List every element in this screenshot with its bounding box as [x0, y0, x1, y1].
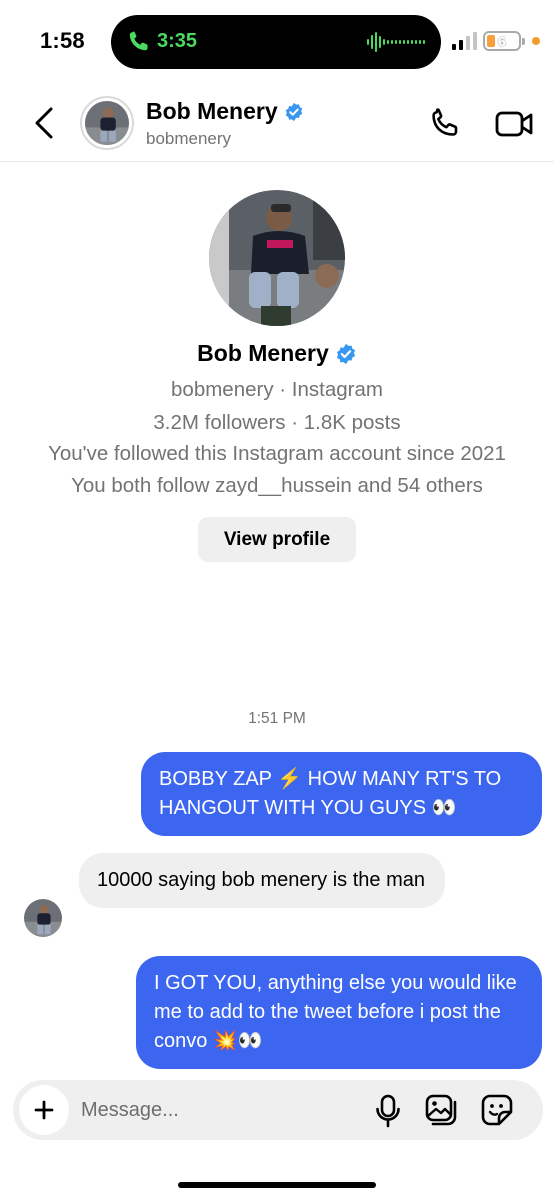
microphone-icon[interactable] — [375, 1094, 401, 1128]
message-bubble-incoming[interactable]: 10000 saying bob menery is the man — [79, 853, 445, 908]
add-attachment-button[interactable] — [19, 1085, 69, 1135]
chat-header: Bob Menery bobmenery — [0, 84, 554, 162]
sender-avatar[interactable] — [24, 899, 62, 937]
message-bubble-outgoing[interactable]: I GOT YOU, anything else you would like … — [136, 956, 542, 1069]
dynamic-island-call[interactable]: 3:35 — [111, 15, 441, 69]
cellular-signal-icon — [452, 32, 477, 50]
audio-call-button[interactable] — [428, 106, 464, 142]
message-timestamp: 1:51 PM — [248, 710, 306, 727]
plus-icon — [34, 1100, 54, 1120]
call-timer: 3:35 — [157, 30, 198, 52]
video-call-button[interactable] — [494, 106, 534, 142]
sticker-icon[interactable] — [480, 1093, 514, 1127]
contact-username: bobmenery — [146, 129, 232, 148]
profile-photo — [85, 101, 129, 145]
follow-since: You've followed this Instagram account s… — [48, 442, 506, 465]
home-indicator[interactable] — [178, 1182, 376, 1188]
contact-name[interactable]: Bob Menery — [146, 98, 304, 125]
gallery-icon[interactable] — [424, 1093, 458, 1127]
verified-badge-icon — [285, 102, 302, 121]
profile-name: Bob Menery — [0, 340, 554, 367]
profile-source: bobmenery · Instagram — [171, 378, 383, 401]
message-bubble-outgoing[interactable]: BOBBY ZAP ⚡️ HOW MANY RT'S TO HANGOUT WI… — [141, 752, 542, 836]
profile-stats: 3.2M followers · 1.8K posts — [153, 411, 401, 434]
message-input[interactable] — [81, 1094, 351, 1126]
battery-icon: 6 — [483, 31, 521, 51]
mutual-followers: You both follow zayd__hussein and 54 oth… — [71, 474, 483, 497]
view-profile-button[interactable]: View profile — [198, 517, 356, 562]
audio-waveform-icon — [367, 32, 425, 52]
profile-photo — [24, 899, 62, 937]
battery-level: 6 — [498, 34, 506, 49]
phone-icon — [129, 31, 148, 51]
verified-badge-icon — [336, 343, 355, 364]
recording-indicator-icon — [532, 37, 540, 45]
status-bar: 1:58 3:35 6 — [0, 0, 554, 84]
profile-photo — [209, 190, 345, 326]
message-composer — [13, 1080, 543, 1140]
profile-avatar[interactable] — [209, 190, 345, 326]
back-button[interactable] — [30, 106, 60, 140]
avatar[interactable] — [80, 96, 134, 150]
status-time: 1:58 — [40, 28, 85, 53]
